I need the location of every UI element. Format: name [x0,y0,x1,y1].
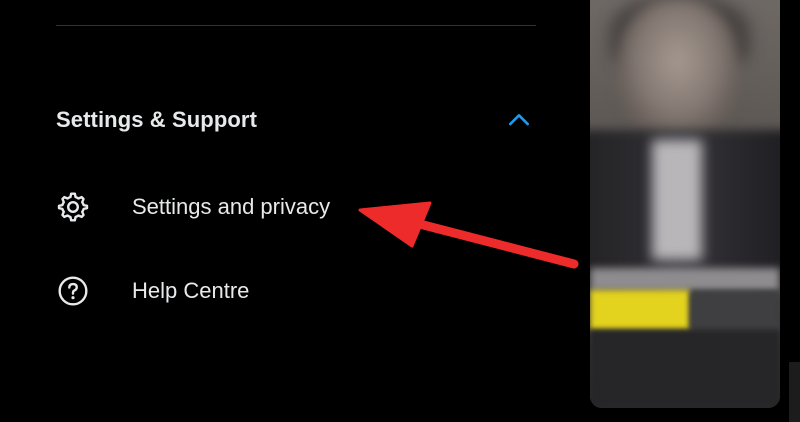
video-figure-shirt [652,140,702,260]
video-ticker-highlight [590,290,690,330]
scrollbar[interactable] [789,362,800,422]
help-circle-icon [56,274,90,308]
gear-icon [56,190,90,224]
video-ticker-bottom [590,330,780,408]
video-ticker-dark [690,290,780,330]
menu-item-label: Help Centre [132,278,250,303]
chevron-up-icon[interactable] [504,105,534,135]
picture-in-picture-video[interactable] [590,0,780,408]
video-caption-bar [590,268,780,292]
menu-item-label: Settings and privacy [132,194,331,219]
settings-support-section-toggle[interactable]: Settings & Support [56,98,536,142]
screen: Settings & Support Settings and privacy … [0,0,800,422]
section-title: Settings & Support [56,107,258,132]
video-figure-head [618,0,738,138]
menu-item-settings-and-privacy[interactable]: Settings and privacy [56,183,330,231]
top-divider [56,25,536,26]
menu-item-help-centre[interactable]: Help Centre [56,267,249,315]
